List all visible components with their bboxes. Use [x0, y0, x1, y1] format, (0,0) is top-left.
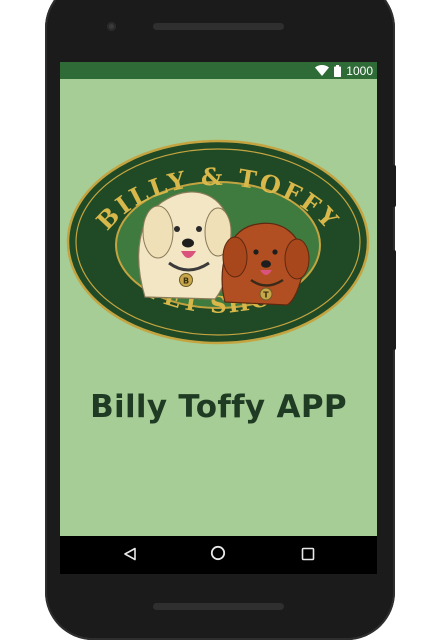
power-button	[391, 165, 396, 207]
shop-logo: BILLY & TOFFY PET SHOP B	[65, 137, 371, 347]
top-speaker	[153, 23, 284, 30]
front-camera	[107, 22, 116, 31]
recents-icon	[301, 546, 315, 565]
status-bar: 1000	[60, 62, 377, 79]
home-icon	[210, 545, 226, 565]
wifi-icon	[315, 65, 330, 76]
app-title: Billy Toffy APP	[90, 389, 347, 425]
recents-button[interactable]	[297, 544, 319, 566]
status-icons: 1000	[315, 63, 373, 78]
white-dog-illustration: B	[138, 191, 232, 300]
status-time: 1000	[346, 63, 373, 78]
back-icon	[123, 546, 137, 565]
tag-t: T	[263, 291, 269, 300]
back-button[interactable]	[119, 544, 141, 566]
bottom-speaker	[153, 603, 284, 610]
navigation-bar	[60, 536, 377, 574]
volume-button	[391, 250, 396, 350]
app-screen: 1000 BILLY & TOFFY PET SHOP	[60, 62, 377, 574]
tag-b: B	[183, 277, 189, 286]
home-button[interactable]	[207, 544, 229, 566]
battery-icon	[334, 64, 342, 77]
